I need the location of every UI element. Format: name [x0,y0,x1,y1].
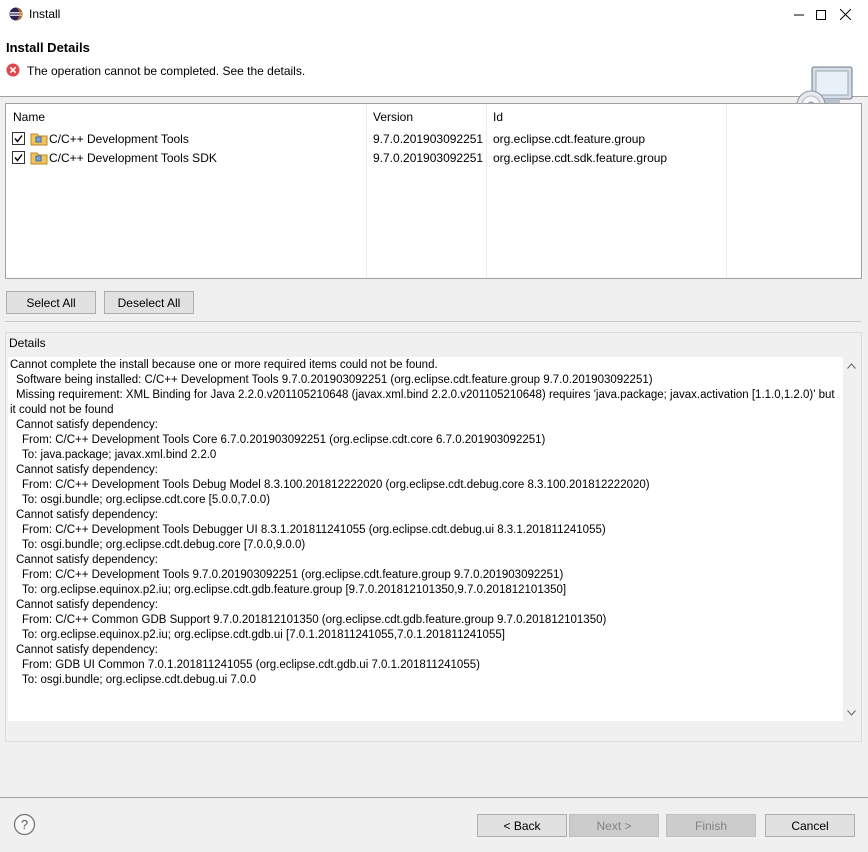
chevron-up-icon [847,362,856,369]
row-checkbox[interactable] [12,151,25,164]
details-line: To: osgi.bundle; org.eclipse.cdt.debug.u… [22,674,256,686]
details-line: To: java.package; javax.xml.bind 2.2.0 [22,449,217,461]
feature-icon [30,133,48,146]
details-line: From: C/C++ Development Tools 9.7.0.2019… [22,569,564,581]
feature-name: C/C++ Development Tools SDK [49,151,217,165]
footer-divider [0,797,868,798]
details-line: From: C/C++ Development Tools Debug Mode… [22,479,650,491]
checkmark-icon [14,135,23,143]
details-line: Cannot satisfy dependency: [16,509,158,521]
column-header-id[interactable]: Id [493,110,503,124]
close-button[interactable] [822,0,868,29]
table-row[interactable]: C/C++ Development Tools 9.7.0.2019030922… [6,129,861,148]
svg-text:?: ? [21,817,28,832]
column-header-name[interactable]: Name [13,110,45,124]
details-line: To: org.eclipse.equinox.p2.iu; org.eclip… [22,584,567,596]
details-line: From: C/C++ Development Tools Debugger U… [22,524,606,536]
row-checkbox[interactable] [12,132,25,145]
details-line: From: GDB UI Common 7.0.1.201811241055 (… [22,659,480,671]
wizard-header: Install Details The operation cannot be … [0,29,868,120]
feature-id: org.eclipse.cdt.sdk.feature.group [493,151,668,165]
feature-name: C/C++ Development Tools [49,132,189,146]
feature-version: 9.7.0.201903092251 [373,132,484,146]
table-row[interactable]: C/C++ Development Tools SDK 9.7.0.201903… [6,148,861,167]
page-title: Install Details [6,40,90,55]
column-header-version[interactable]: Version [373,110,413,124]
back-button[interactable]: < Back [477,814,567,837]
details-line: Cannot satisfy dependency: [16,464,158,476]
details-line: Cannot complete the install because one … [10,359,438,371]
details-line: From: C/C++ Development Tools Core 6.7.0… [22,434,546,446]
details-line: To: osgi.bundle; org.eclipse.cdt.debug.c… [22,539,306,551]
eclipse-icon [9,7,23,21]
details-scrollbar[interactable] [843,357,860,721]
details-line: Cannot satisfy dependency: [16,644,158,656]
deselect-all-button[interactable]: Deselect All [104,291,194,314]
scroll-up-button[interactable] [843,357,860,374]
scroll-down-button[interactable] [843,704,860,721]
window-title: Install [29,7,61,21]
select-all-button[interactable]: Select All [6,291,96,314]
feature-table: Name Version Id C/C++ Development Tools … [5,103,862,279]
feature-icon [30,152,48,165]
feature-version: 9.7.0.201903092251 [373,151,484,165]
details-line: Cannot satisfy dependency: [16,554,158,566]
details-line: Cannot satisfy dependency: [16,599,158,611]
details-label: Details [9,336,46,350]
title-bar: Install [0,0,868,29]
checkmark-icon [14,154,23,162]
details-line: Cannot satisfy dependency: [16,419,158,431]
help-icon[interactable]: ? [13,813,36,836]
details-line: it could not be found [10,404,114,416]
error-message: The operation cannot be completed. See t… [27,64,306,78]
details-line: To: org.eclipse.equinox.p2.iu; org.eclip… [22,629,505,641]
finish-button[interactable]: Finish [666,814,756,837]
details-line: Missing requirement: XML Binding for Jav… [16,389,835,401]
details-text[interactable]: Cannot complete the install because one … [8,357,843,721]
close-icon [839,9,851,20]
details-line: To: osgi.bundle; org.eclipse.cdt.core [5… [22,494,271,506]
details-line: From: C/C++ Common GDB Support 9.7.0.201… [22,614,607,626]
details-line: Software being installed: C/C++ Developm… [16,374,653,386]
cancel-button[interactable]: Cancel [765,814,855,837]
divider [5,321,862,322]
error-icon [6,63,20,77]
chevron-down-icon [847,709,856,716]
next-button[interactable]: Next > [569,814,659,837]
feature-id: org.eclipse.cdt.feature.group [493,132,646,146]
